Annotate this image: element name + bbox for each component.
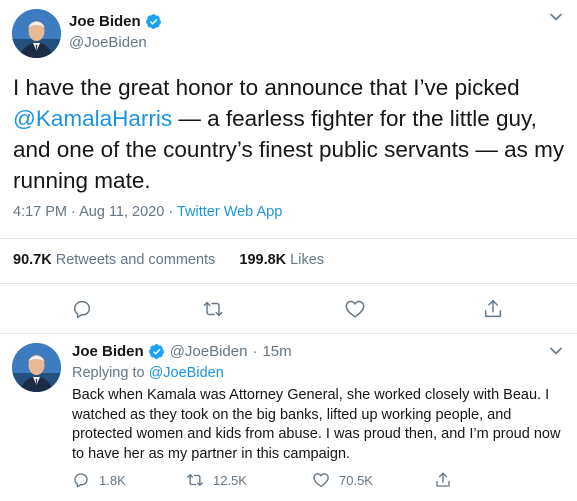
tweet-source[interactable]: Twitter Web App	[177, 204, 282, 220]
tweet-text: I have the great honor to announce that …	[13, 72, 565, 196]
tweet-stats: 90.7K Retweets and comments 199.8K Likes	[13, 252, 324, 268]
retweets-count: 90.7K	[13, 252, 52, 268]
chevron-down-icon[interactable]	[549, 344, 563, 358]
reply-count: 1.8K	[99, 472, 126, 488]
like-count: 70.5K	[339, 472, 373, 488]
like-icon	[345, 300, 365, 318]
chevron-down-icon[interactable]	[549, 10, 563, 24]
retweets-label: Retweets and comments	[55, 252, 216, 268]
likes-count: 199.8K	[239, 252, 287, 268]
divider	[0, 333, 577, 334]
reply-icon	[74, 473, 88, 488]
author-handle[interactable]: @JoeBiden	[69, 34, 147, 51]
meta-separator: ·	[252, 343, 258, 360]
reply-author-row: Joe Biden @JoeBiden · 15m	[72, 343, 292, 360]
reply-button[interactable]	[71, 298, 93, 320]
likes-label: Likes	[290, 252, 325, 268]
replying-to-link[interactable]: @JoeBiden	[149, 365, 224, 381]
replying-to: Replying to @JoeBiden	[72, 365, 224, 381]
retweet-count: 12.5K	[213, 472, 247, 488]
avatar[interactable]	[12, 9, 61, 58]
like-icon	[313, 473, 329, 488]
replying-to-label: Replying to	[72, 365, 145, 381]
tweet-age[interactable]: 15m	[262, 343, 291, 360]
mention-link[interactable]: @KamalaHarris	[13, 106, 172, 131]
retweet-button[interactable]	[202, 298, 224, 320]
tweet-meta: 4:17 PM · Aug 11, 2020 · Twitter Web App	[13, 204, 282, 220]
avatar[interactable]	[12, 343, 61, 392]
share-icon	[484, 300, 502, 318]
reply-icon	[73, 300, 91, 318]
meta-separator: ·	[71, 204, 76, 220]
tweet-text-start: I have the great honor to announce that …	[13, 75, 520, 100]
author-name-row[interactable]: Joe Biden	[69, 13, 162, 30]
retweet-icon	[203, 301, 223, 317]
reply-text: Back when Kamala was Attorney General, s…	[72, 387, 561, 462]
author-name[interactable]: Joe Biden	[69, 13, 141, 30]
author-name[interactable]: Joe Biden	[72, 343, 144, 360]
divider	[0, 283, 577, 284]
share-icon	[436, 472, 450, 487]
like-button[interactable]: 70.5K	[312, 471, 373, 489]
verified-badge-icon	[145, 14, 161, 29]
like-button[interactable]	[344, 298, 366, 320]
tweet-date[interactable]: Aug 11, 2020	[79, 204, 164, 220]
retweet-button[interactable]: 12.5K	[186, 471, 247, 489]
retweets-stat[interactable]: 90.7K Retweets and comments	[13, 252, 215, 268]
share-button[interactable]	[482, 298, 504, 320]
retweet-icon	[187, 474, 203, 486]
verified-badge-icon	[148, 344, 164, 359]
likes-stat[interactable]: 199.8K Likes	[239, 252, 324, 268]
tweet-time[interactable]: 4:17 PM	[13, 204, 67, 220]
meta-separator: ·	[168, 204, 174, 220]
reply-button[interactable]: 1.8K	[72, 471, 126, 489]
divider	[0, 238, 577, 239]
author-handle[interactable]: @JoeBiden	[170, 343, 248, 360]
share-button[interactable]	[434, 471, 461, 489]
